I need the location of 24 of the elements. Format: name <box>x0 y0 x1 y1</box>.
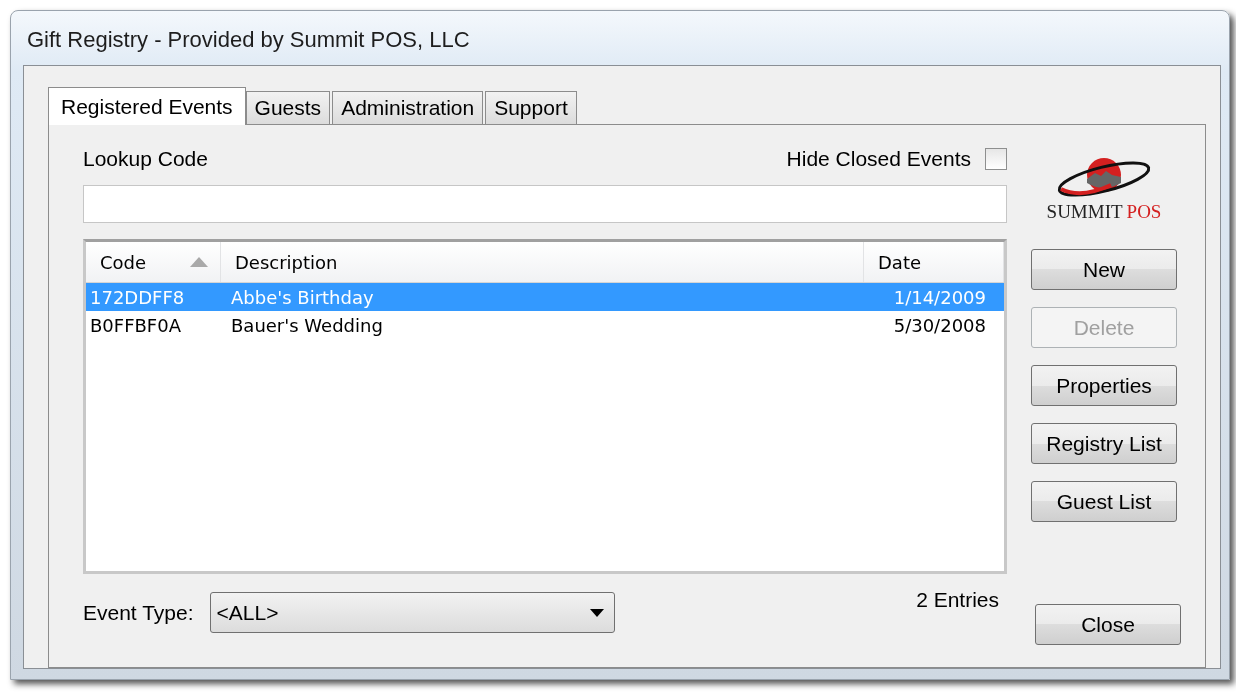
checkbox-label: Hide Closed Events <box>786 147 971 171</box>
tab[interactable]: Support <box>485 91 577 124</box>
logo: SUMMIT POS <box>1029 143 1179 223</box>
action-button[interactable]: Properties <box>1031 365 1177 406</box>
list-row[interactable]: B0FFBF0A Bauer's Wedding 5/30/2008 <box>86 311 1004 339</box>
window-title: Gift Registry - Provided by Summit POS, LLC <box>26 26 471 54</box>
tab[interactable]: Guests <box>245 91 331 124</box>
entries-count: 2 Entries <box>916 588 999 613</box>
column-header[interactable]: Description <box>221 242 864 282</box>
field-label: Lookup Code <box>83 147 208 171</box>
column-header[interactable]: Code <box>86 242 221 282</box>
action-button[interactable]: Registry List <box>1031 423 1177 464</box>
action-button[interactable]: Guest List <box>1031 481 1177 522</box>
lookup-code-field[interactable] <box>83 185 1007 223</box>
close-button[interactable]: Close <box>1035 604 1181 645</box>
action-button[interactable]: New <box>1031 249 1177 290</box>
column-header[interactable]: Date <box>864 242 1004 282</box>
caret-icon <box>589 608 604 617</box>
sort-arrow-icon <box>190 257 208 267</box>
tab[interactable]: Administration <box>332 91 484 124</box>
event-type-dropdown[interactable]: <ALL> <box>209 592 615 633</box>
checkbox[interactable] <box>985 148 1007 170</box>
tab[interactable]: Registered Events <box>48 87 246 125</box>
field-label: Event Type: <box>83 600 194 625</box>
